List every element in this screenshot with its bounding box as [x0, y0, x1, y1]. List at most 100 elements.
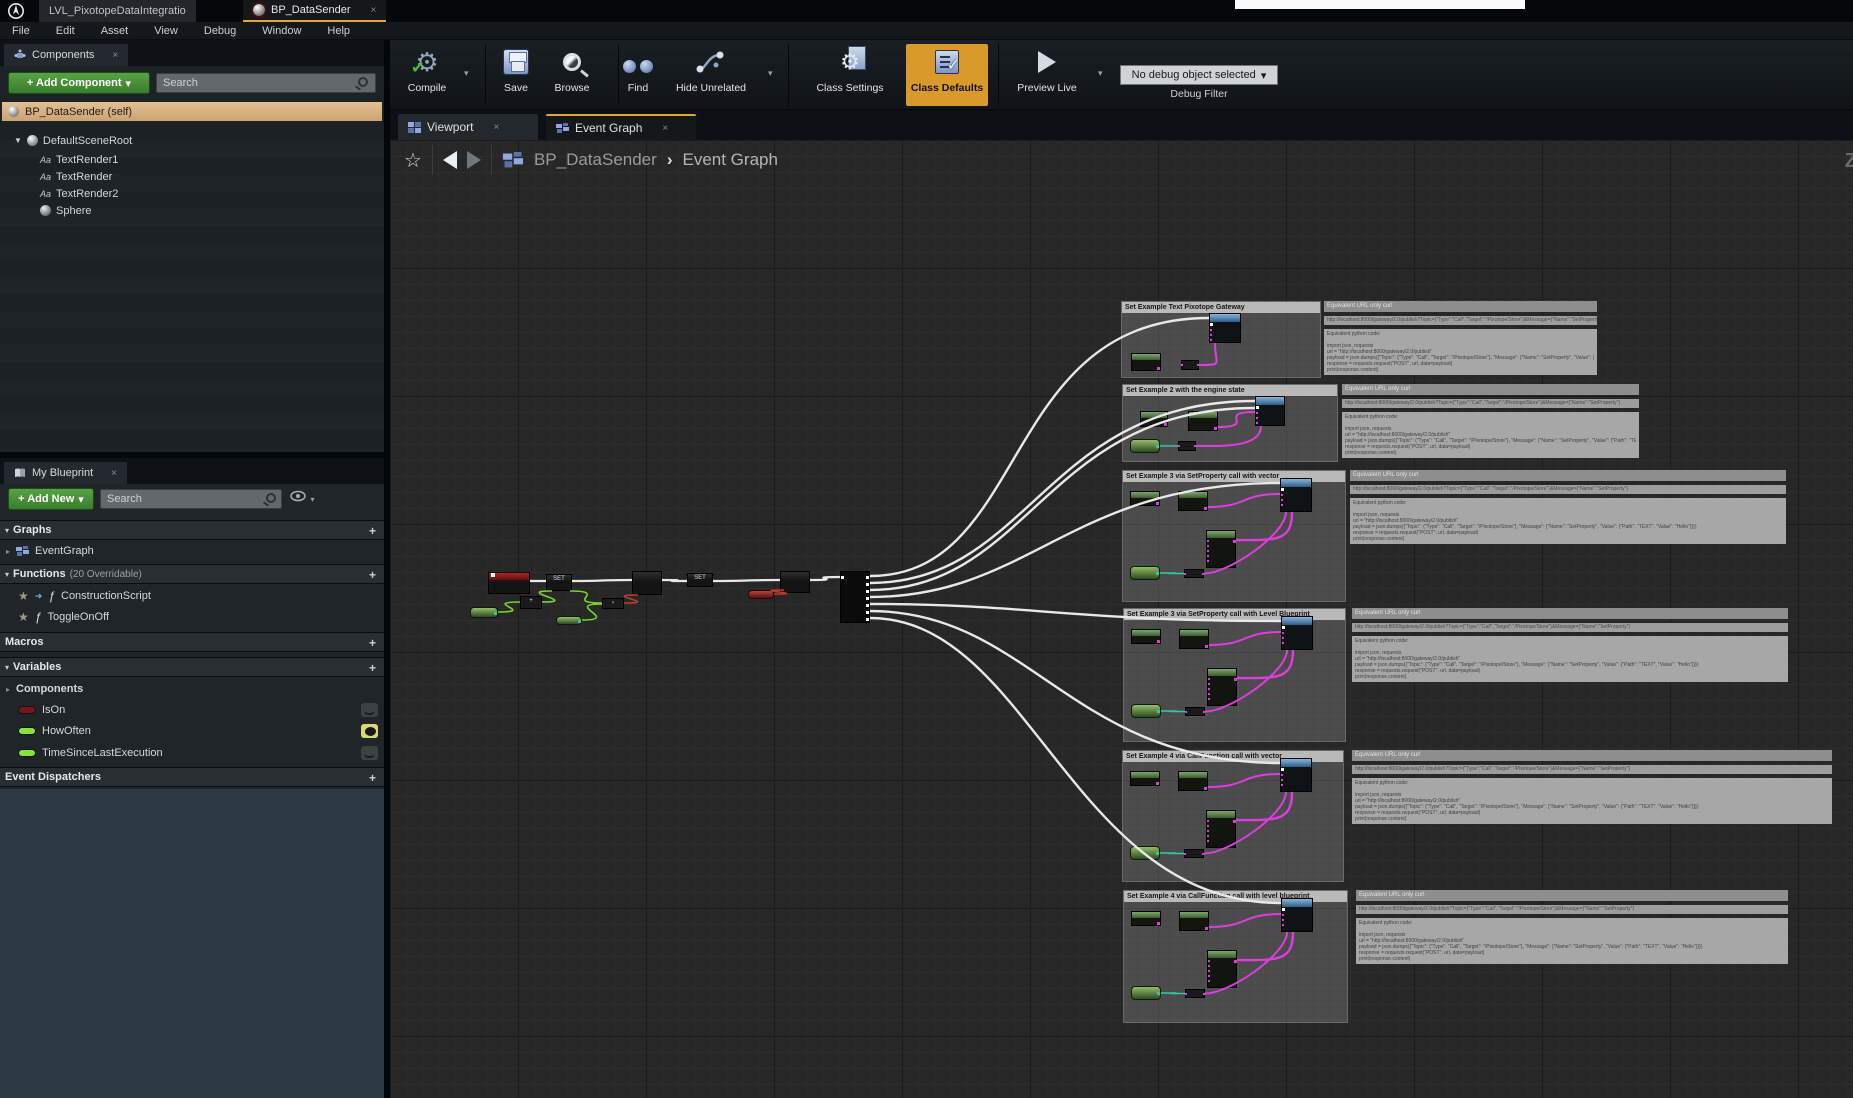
visibility-filter-dropdown[interactable]: ▾ — [290, 489, 320, 509]
node-pin[interactable] — [1194, 445, 1196, 447]
graph-node-tall[interactable] — [1207, 950, 1237, 988]
node-pin[interactable] — [1256, 412, 1258, 414]
node-pin[interactable] — [1281, 504, 1283, 506]
graph-node-dark[interactable] — [632, 571, 662, 595]
node-pin[interactable] — [1208, 688, 1210, 690]
variable-howoften[interactable]: HowOften — [0, 722, 384, 740]
graph-node-blue[interactable] — [1281, 616, 1313, 650]
expander-icon[interactable]: ▸ — [6, 685, 10, 694]
node-pin[interactable] — [1156, 852, 1159, 855]
node-pin[interactable] — [866, 576, 869, 579]
node-pin[interactable] — [1256, 417, 1258, 419]
node-pin[interactable] — [1178, 445, 1180, 447]
node-pin[interactable] — [1185, 711, 1187, 713]
node-pin[interactable] — [866, 611, 869, 614]
asset-tab-level[interactable]: LVL_PixotopeDataIntegratio — [39, 0, 196, 22]
graph-node-small[interactable] — [1184, 849, 1204, 858]
node-pin[interactable] — [1282, 919, 1284, 921]
expander-icon[interactable]: ▾ — [5, 526, 9, 535]
save-button[interactable]: Save — [488, 44, 544, 106]
node-pin[interactable] — [578, 620, 581, 623]
node-pin[interactable] — [1281, 494, 1283, 496]
back-arrow-icon[interactable] — [443, 151, 457, 169]
menu-edit[interactable]: Edit — [56, 25, 75, 37]
node-pin[interactable] — [1203, 711, 1205, 713]
node-pin[interactable] — [1164, 423, 1167, 426]
menu-file[interactable]: File — [12, 25, 30, 37]
close-icon[interactable]: × — [112, 50, 118, 61]
graph-node-tall[interactable] — [1206, 530, 1236, 568]
tree-item-textrender[interactable]: Aa TextRender — [40, 168, 112, 185]
node-pin[interactable] — [1234, 960, 1237, 963]
graph-node-blue[interactable] — [1280, 478, 1312, 512]
section-functions[interactable]: ▾ Functions (20 Overridable) + — [0, 564, 384, 584]
node-pin[interactable] — [1208, 683, 1210, 685]
node-pin[interactable] — [1157, 367, 1160, 370]
graph-node-set[interactable]: SET — [687, 573, 713, 587]
tab-event-graph[interactable]: Event Graph × — [546, 114, 696, 140]
graph-node-small[interactable] — [1184, 569, 1204, 578]
menu-asset[interactable]: Asset — [101, 25, 129, 37]
node-pin[interactable] — [491, 573, 495, 577]
comment-text-block[interactable]: Equivalent URL only curlhttp://localhost… — [1324, 301, 1597, 381]
graph-node-dark[interactable] — [780, 571, 810, 593]
add-variable-button[interactable]: + — [369, 661, 376, 675]
node-pin[interactable] — [866, 583, 869, 586]
close-icon[interactable]: × — [662, 123, 668, 134]
node-pin[interactable] — [1281, 488, 1284, 491]
graph-node-cmp[interactable]: › — [602, 598, 624, 609]
node-pin[interactable] — [1156, 782, 1159, 785]
node-pin[interactable] — [1207, 830, 1209, 832]
comment-text-block[interactable]: Equivalent URL only curlhttp://localhost… — [1342, 384, 1639, 464]
node-pin[interactable] — [1214, 427, 1217, 430]
node-pin[interactable] — [1282, 924, 1284, 926]
node-pin[interactable] — [1157, 640, 1160, 643]
asset-tab-bp-datasender[interactable]: BP_DataSender × — [243, 0, 386, 22]
expander-icon[interactable]: ▾ — [5, 663, 9, 672]
browse-button[interactable]: Browse — [542, 44, 602, 106]
node-pin[interactable] — [1208, 980, 1210, 982]
comment-text-block[interactable]: Equivalent URL only curlhttp://localhost… — [1350, 470, 1786, 550]
visibility-toggle[interactable] — [361, 703, 378, 717]
node-pin[interactable] — [1197, 364, 1199, 366]
node-pin[interactable] — [866, 618, 869, 621]
node-pin[interactable] — [866, 590, 869, 593]
graph-node-set[interactable]: SET — [546, 574, 572, 591]
graph-node-blue[interactable] — [1209, 313, 1241, 343]
graph-node-small[interactable] — [1185, 989, 1205, 998]
node-pin[interactable] — [1184, 853, 1186, 855]
event-graph-canvas[interactable]: ☆ BP_DataSender › Event Graph Z Set Exam… — [390, 140, 1853, 1098]
graph-node-blue[interactable] — [1281, 898, 1313, 932]
find-button[interactable]: Find — [610, 44, 666, 106]
graph-node-small[interactable] — [1185, 707, 1205, 716]
debug-object-dropdown[interactable]: No debug object selected ▾ — [1120, 65, 1278, 85]
node-pin[interactable] — [1207, 540, 1209, 542]
menu-help[interactable]: Help — [327, 25, 350, 37]
node-pin[interactable] — [1233, 540, 1236, 543]
node-pin[interactable] — [1256, 406, 1259, 409]
node-pin[interactable] — [1281, 774, 1283, 776]
section-graphs[interactable]: ▾ Graphs + — [0, 520, 384, 540]
add-macro-button[interactable]: + — [369, 636, 376, 650]
node-pin[interactable] — [1203, 993, 1205, 995]
node-pin[interactable] — [1205, 927, 1208, 930]
node-pin[interactable] — [1210, 329, 1212, 331]
visibility-toggle[interactable] — [361, 746, 378, 760]
favorite-star-icon[interactable]: ☆ — [404, 148, 422, 173]
graph-node-blue[interactable] — [1255, 396, 1285, 426]
node-pin[interactable] — [1207, 560, 1209, 562]
section-event-dispatchers[interactable]: Event Dispatchers + — [0, 767, 384, 787]
item-constructionscript[interactable]: ★ ➜ ƒ ConstructionScript — [0, 587, 384, 605]
close-icon[interactable]: × — [493, 122, 499, 133]
close-icon[interactable]: × — [371, 5, 377, 16]
node-pin[interactable] — [1208, 693, 1210, 695]
node-pin[interactable] — [1157, 992, 1160, 995]
tab-viewport[interactable]: Viewport × — [398, 114, 538, 140]
visibility-toggle[interactable] — [361, 724, 378, 738]
node-pin[interactable] — [866, 604, 869, 607]
hide-unrelated-options-dropdown[interactable]: ▾ — [768, 68, 773, 79]
node-pin[interactable] — [1202, 573, 1204, 575]
node-pin[interactable] — [1282, 632, 1284, 634]
node-pin[interactable] — [1207, 840, 1209, 842]
variable-timesincelastexecution[interactable]: TimeSinceLastExecution — [0, 744, 384, 762]
